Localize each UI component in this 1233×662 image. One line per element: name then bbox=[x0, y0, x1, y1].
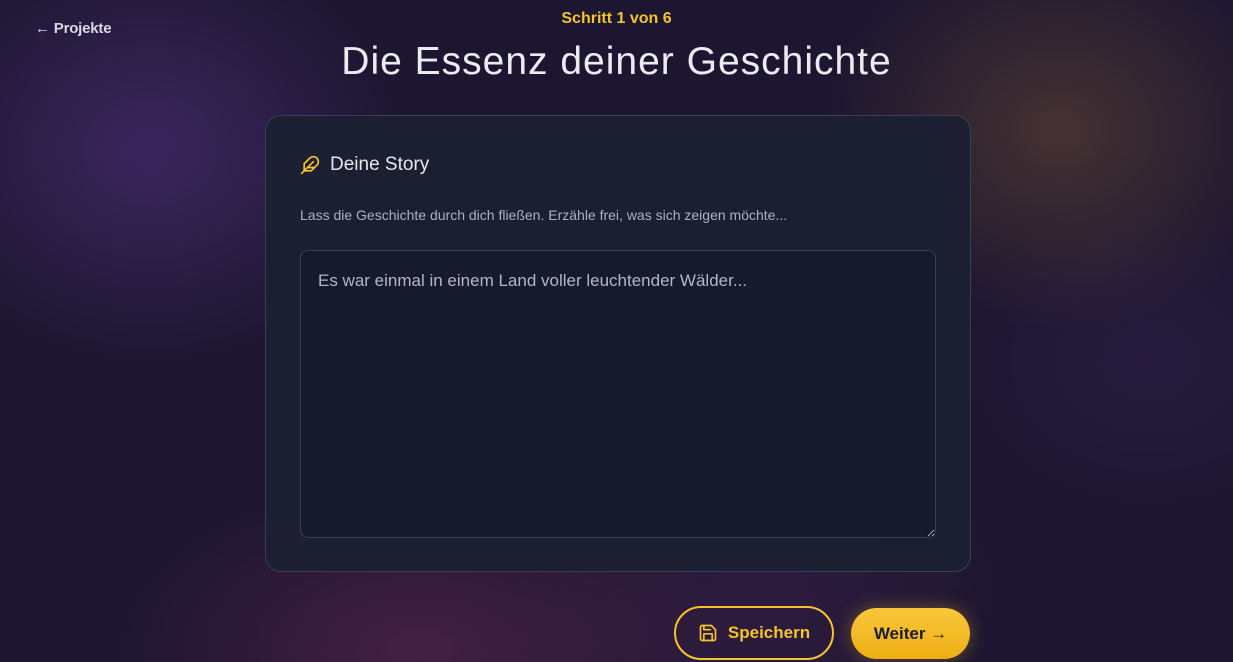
card-title: Deine Story bbox=[330, 154, 430, 175]
story-card: Deine Story Lass die Geschichte durch di… bbox=[265, 115, 971, 572]
page-title: Die Essenz deiner Geschichte bbox=[341, 40, 892, 83]
save-button-label: Speichern bbox=[727, 623, 811, 642]
next-button[interactable]: Weiter → bbox=[851, 608, 970, 659]
step-indicator: Schritt 1 von 6 bbox=[561, 10, 672, 27]
story-textarea[interactable] bbox=[300, 250, 936, 538]
card-description: Lass die Geschichte durch dich fließen. … bbox=[300, 207, 788, 223]
save-button[interactable]: Speichern bbox=[674, 606, 834, 660]
card-header: Deine Story bbox=[300, 154, 429, 176]
save-icon bbox=[698, 623, 718, 643]
next-button-label: Weiter → bbox=[873, 623, 948, 643]
feather-icon bbox=[300, 155, 320, 175]
